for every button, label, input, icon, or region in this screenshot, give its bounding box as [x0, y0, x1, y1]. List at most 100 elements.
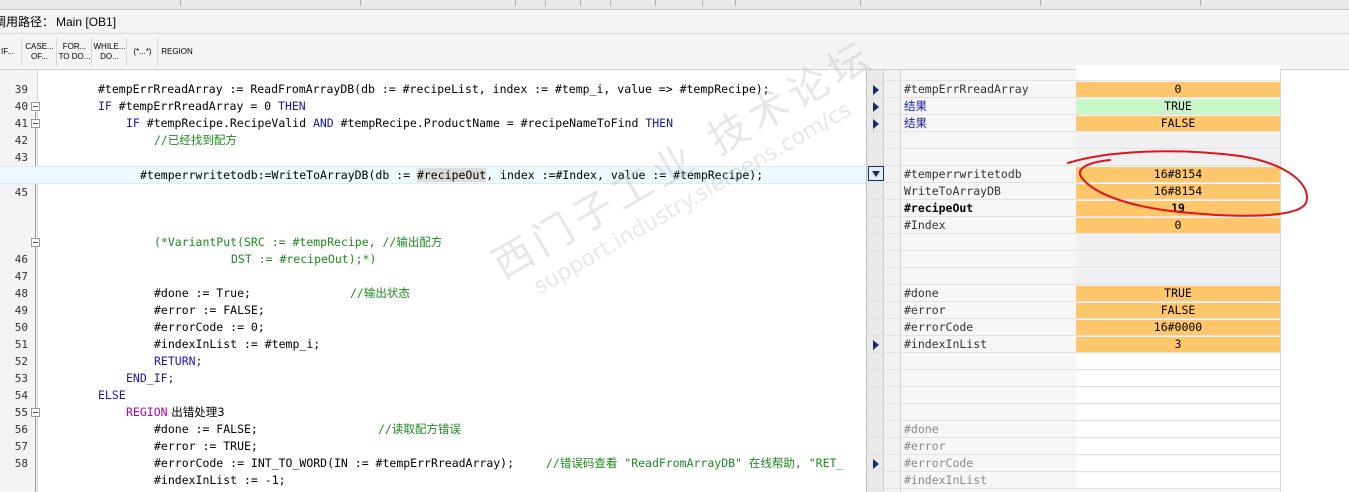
fold-toggle-icon[interactable]: [31, 238, 40, 247]
watch-var-name: #done: [904, 422, 939, 436]
code-line-46[interactable]: 46 (*VariantPut(SRC := #tempRecipe, //输出…: [0, 234, 866, 266]
empty-value-cell: [1076, 133, 1280, 148]
code-comment: (*VariantPut(SRC := #tempRecipe, //输出配方: [154, 235, 443, 249]
if-button[interactable]: IF...: [0, 38, 22, 66]
code-line-54[interactable]: 54 END_IF;: [0, 370, 866, 402]
code-comment: //已经找到配方: [154, 133, 237, 147]
watch-var-value: 0: [1076, 218, 1280, 233]
watch-row[interactable]: #Index 0: [867, 217, 1280, 234]
region-button[interactable]: REGION: [159, 38, 195, 66]
watch-var-name: WriteToArrayDB: [904, 184, 1001, 198]
expand-arrow-icon[interactable]: [873, 340, 879, 350]
code-line-40[interactable]: 40 #tempErrRreadArray := ReadFromArrayDB…: [0, 81, 866, 113]
watch-row[interactable]: #recipeOut 19: [867, 200, 1280, 217]
selected-text[interactable]: #recipeOut: [416, 168, 487, 182]
watch-row-inactive[interactable]: #done: [867, 421, 1280, 438]
code-line-57[interactable]: 57 #done := FALSE; //读取配方错误: [0, 421, 866, 453]
for-to-do-button[interactable]: FOR... TO DO...: [58, 38, 92, 66]
code-line-55[interactable]: 55 ELSE: [0, 387, 866, 419]
watch-var-value: 16#8154: [1076, 167, 1280, 182]
code-line-59[interactable]: 59 #errorCode := INT_TO_WORD(IN := #temp…: [0, 455, 866, 472]
watch-row[interactable]: #done TRUE: [867, 285, 1280, 302]
ruler-tick: [1040, 0, 1041, 6]
watch-var-value: TRUE: [1076, 99, 1280, 114]
code-line-43[interactable]: 43 //已经找到配方: [0, 132, 866, 164]
watch-var-value: 16#0000: [1076, 320, 1280, 335]
code-line-44[interactable]: 44: [0, 149, 866, 181]
code-comment: //输出状态: [350, 286, 410, 300]
watch-row-inactive[interactable]: #indexInList: [867, 472, 1280, 489]
watch-row[interactable]: 结果 FALSE: [867, 115, 1280, 132]
scl-code-editor[interactable]: 39 40 #tempErrRreadArray := ReadFromArra…: [0, 70, 866, 492]
code-line-42[interactable]: 42 IF #tempRecipe.RecipeValid AND #tempR…: [0, 115, 866, 147]
watch-row-empty: [867, 149, 1280, 166]
watch-row[interactable]: #tempErrRreadArray 0: [867, 81, 1280, 98]
comment-button-label: (*...*): [133, 47, 152, 56]
code-keyword: ELSE: [98, 388, 126, 402]
empty-value-cell: [1076, 65, 1280, 80]
code-line-45-current[interactable]: 45 #temperrwritetodb:=WriteToArrayDB(db …: [0, 166, 866, 199]
code-text: #errorCode := 0;: [154, 320, 265, 334]
watch-row[interactable]: 结果 TRUE: [867, 98, 1280, 115]
ruler-tick: [580, 0, 581, 6]
code-line-39[interactable]: 39: [0, 64, 866, 96]
while-do-button[interactable]: WHILE... DO...: [93, 38, 127, 66]
code-comment: //错误码查看 "ReadFromArrayDB" 在线帮助, "RET_: [546, 456, 844, 470]
code-line-60[interactable]: 60 #indexInList := -1;: [0, 472, 866, 492]
keyword: IF: [98, 99, 112, 113]
fold-toggle-icon[interactable]: [31, 102, 40, 111]
keyword: THEN: [645, 116, 673, 130]
watch-row[interactable]: #errorCode 16#0000: [867, 319, 1280, 336]
expand-arrow-icon[interactable]: [873, 119, 879, 129]
watch-row-inactive[interactable]: #error: [867, 438, 1280, 455]
watch-var-value: [1076, 456, 1280, 471]
code-line-50[interactable]: 50 #error := FALSE;: [0, 302, 866, 334]
watch-var-name: #error: [904, 439, 946, 453]
collapse-arrow-icon[interactable]: [868, 166, 884, 181]
code-line-49[interactable]: 49 #done := True; //输出状态: [0, 285, 866, 317]
fold-toggle-icon[interactable]: [31, 408, 40, 417]
code-keyword: END_IF;: [126, 371, 175, 385]
for-button-line1: FOR...: [62, 42, 87, 51]
expand-arrow-icon[interactable]: [873, 459, 879, 469]
code-line-53[interactable]: 53 RETURN;: [0, 353, 866, 385]
code-line-56[interactable]: 56 REGION 出错处理3: [0, 404, 866, 436]
call-path-value[interactable]: Main [OB1]: [56, 15, 116, 29]
expand-arrow-icon[interactable]: [873, 85, 879, 95]
empty-value-cell: [1076, 354, 1280, 369]
while-button-line1: WHILE...: [93, 42, 126, 51]
watch-var-value: [1076, 439, 1280, 454]
watch-row[interactable]: #temperrwritetodb 16#8154: [867, 166, 1280, 183]
watch-var-name: 结果: [904, 116, 927, 130]
expand-arrow-icon[interactable]: [873, 102, 879, 112]
watch-row-empty: [867, 234, 1280, 251]
comment-block-button[interactable]: (*...*): [128, 38, 158, 66]
empty-value-cell: [1076, 371, 1280, 386]
code-text: #errorCode := INT_TO_WORD(IN := #tempErr…: [154, 456, 515, 470]
ruler-tick: [545, 0, 546, 6]
ruler-tick: [735, 0, 736, 6]
code-line-58[interactable]: 58 #error := TRUE;: [0, 438, 866, 470]
region-keyword: REGION: [126, 405, 168, 419]
watch-var-name: #errorCode: [904, 456, 974, 470]
code-text: #indexInList := -1;: [154, 473, 286, 487]
watch-row-inactive[interactable]: #errorCode: [867, 455, 1280, 472]
code-fragment: , index :=#Index, value := #tempRecipe);: [486, 168, 764, 182]
watch-row-empty: [867, 268, 1280, 285]
empty-value-cell: [1076, 235, 1280, 250]
watch-row[interactable]: #indexInList 3: [867, 336, 1280, 353]
watch-var-name: #errorCode: [904, 320, 974, 334]
code-text: IF #tempErrRreadArray = 0 THEN: [98, 98, 306, 115]
case-of-button[interactable]: CASE... OF...: [23, 38, 57, 66]
code-line-51[interactable]: 51 #errorCode := 0;: [0, 319, 866, 351]
watch-var-value: TRUE: [1076, 286, 1280, 301]
fold-toggle-icon[interactable]: [31, 119, 40, 128]
watch-var-name: #done: [904, 286, 939, 300]
watch-row[interactable]: WriteToArrayDB 16#8154: [867, 183, 1280, 200]
code-line-52[interactable]: 52 #indexInList := #temp_i;: [0, 336, 866, 368]
watch-row[interactable]: #error FALSE: [867, 302, 1280, 319]
code-line-41[interactable]: 41 IF #tempErrRreadArray = 0 THEN: [0, 98, 866, 130]
code-line-47[interactable]: 47 DST := #recipeOut);*): [0, 251, 866, 283]
code-line-48[interactable]: 48: [0, 268, 866, 300]
code-keyword: RETURN;: [154, 354, 203, 368]
